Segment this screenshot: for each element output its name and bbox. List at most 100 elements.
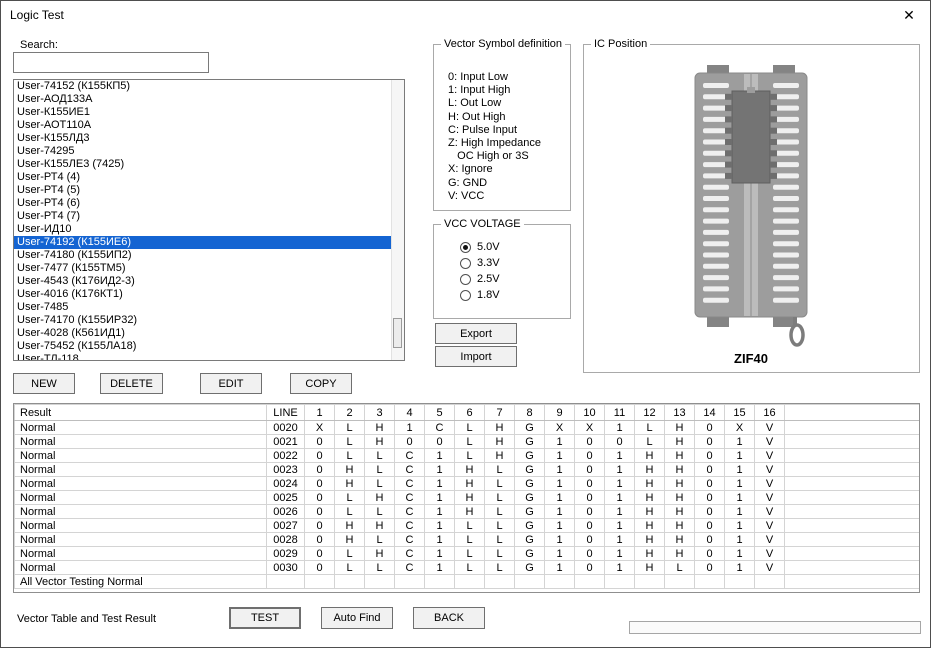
device-list[interactable]: User-74152 (К155КП5)User-АОД133АUser-К15…	[13, 79, 405, 361]
result-col-header: 5	[425, 405, 455, 421]
result-cell: 1	[425, 491, 455, 505]
device-list-item[interactable]: User-РТ4 (4)	[14, 171, 404, 184]
device-list-item[interactable]: User-РТ4 (5)	[14, 184, 404, 197]
result-col-header: 12	[635, 405, 665, 421]
result-cell: 0	[575, 449, 605, 463]
device-list-item[interactable]: User-К155ЛЕ3 (7425)	[14, 158, 404, 171]
result-cell: L	[485, 491, 515, 505]
result-cell: 0	[695, 547, 725, 561]
device-list-scrollbar[interactable]	[391, 80, 404, 360]
vcc-voltage-groupbox: VCC VOLTAGE 5.0V3.3V2.5V1.8V	[433, 224, 571, 319]
result-cell: 1	[605, 421, 635, 435]
vector-symbol-title: Vector Symbol definition	[441, 38, 565, 50]
result-cell: X	[305, 421, 335, 435]
device-list-item[interactable]: User-ТЛ-118	[14, 353, 404, 361]
device-list-item[interactable]: User-74152 (К155КП5)	[14, 80, 404, 93]
result-cell: H	[635, 449, 665, 463]
delete-button[interactable]: DELETE	[100, 373, 163, 394]
result-row[interactable]: Normal00240HLC1HLG101HH01V	[15, 477, 920, 491]
back-button[interactable]: BACK	[413, 607, 485, 629]
result-cell: L	[335, 547, 365, 561]
symbol-definition-line: L: Out Low	[448, 97, 541, 110]
result-cell: L	[335, 435, 365, 449]
result-cell: C	[395, 449, 425, 463]
device-list-item[interactable]: User-74295	[14, 145, 404, 158]
vcc-option-5.0v[interactable]: 5.0V	[460, 239, 500, 255]
result-cell: H	[635, 547, 665, 561]
copy-button[interactable]: COPY	[290, 373, 352, 394]
device-list-item[interactable]: User-7477 (К155ТМ5)	[14, 262, 404, 275]
device-list-item[interactable]: User-РТ4 (6)	[14, 197, 404, 210]
device-list-item[interactable]: User-4028 (К561ИД1)	[14, 327, 404, 340]
device-list-item[interactable]: User-75452 (К155ЛА18)	[14, 340, 404, 353]
device-list-item[interactable]: User-7485	[14, 301, 404, 314]
result-col-header: 4	[395, 405, 425, 421]
result-cell: 0027	[267, 519, 305, 533]
result-cell: 1	[605, 463, 635, 477]
result-cell: 0	[575, 477, 605, 491]
device-list-item[interactable]: User-4543 (К176ИД2-3)	[14, 275, 404, 288]
result-cell	[605, 575, 635, 589]
radio-icon[interactable]	[460, 290, 471, 301]
search-input[interactable]	[13, 52, 209, 73]
result-cell: V	[755, 505, 785, 519]
result-row[interactable]: Normal00270HHC1LLG101HH01V	[15, 519, 920, 533]
result-cell: 0	[305, 449, 335, 463]
close-icon[interactable]: ✕	[896, 5, 922, 25]
device-list-item[interactable]: User-К155ИЕ1	[14, 106, 404, 119]
device-list-item[interactable]: User-4016 (К176КТ1)	[14, 288, 404, 301]
vcc-option-2.5v[interactable]: 2.5V	[460, 271, 500, 287]
device-list-item[interactable]: User-РТ4 (7)	[14, 210, 404, 223]
device-list-item[interactable]: User-74170 (К155ИР32)	[14, 314, 404, 327]
result-cell: Normal	[15, 533, 267, 547]
auto-find-button[interactable]: Auto Find	[321, 607, 393, 629]
result-cell: 0	[695, 533, 725, 547]
result-row[interactable]: Normal00280HLC1LLG101HH01V	[15, 533, 920, 547]
import-button[interactable]: Import	[435, 346, 517, 367]
edit-button[interactable]: EDIT	[200, 373, 262, 394]
result-cell: V	[755, 491, 785, 505]
result-cell: G	[515, 561, 545, 575]
result-row[interactable]: Normal0020XLH1CLHGXX1LH0XV	[15, 421, 920, 435]
result-cell: L	[365, 449, 395, 463]
result-row[interactable]: Normal00210LH00LHG100LH01V	[15, 435, 920, 449]
device-list-item[interactable]: User-74180 (К155ИП2)	[14, 249, 404, 262]
result-cell: 1	[725, 463, 755, 477]
result-cell: 1	[425, 561, 455, 575]
result-row[interactable]: Normal00230HLC1HLG101HH01V	[15, 463, 920, 477]
result-cell: 1	[545, 533, 575, 547]
test-button[interactable]: TEST	[229, 607, 301, 629]
result-row[interactable]: Normal00220LLC1LHG101HH01V	[15, 449, 920, 463]
result-row[interactable]: Normal00250LHC1HLG101HH01V	[15, 491, 920, 505]
bottom-status-label: Vector Table and Test Result	[17, 613, 156, 625]
result-row[interactable]: Normal00260LLC1HLG101HH01V	[15, 505, 920, 519]
device-list-item[interactable]: User-АОД133А	[14, 93, 404, 106]
export-button[interactable]: Export	[435, 323, 517, 344]
result-col-header: 16	[755, 405, 785, 421]
result-cell: G	[515, 435, 545, 449]
device-list-scrollbar-thumb[interactable]	[393, 318, 402, 348]
result-row[interactable]: Normal00300LLC1LLG101HL01V	[15, 561, 920, 575]
device-list-item[interactable]: User-ИД10	[14, 223, 404, 236]
radio-icon[interactable]	[460, 274, 471, 285]
result-cell: H	[485, 449, 515, 463]
device-list-item[interactable]: User-74192 (К155ИЕ6)	[14, 236, 404, 249]
vcc-option-3.3v[interactable]: 3.3V	[460, 255, 500, 271]
result-cell: C	[395, 463, 425, 477]
result-cell: 0	[305, 519, 335, 533]
radio-icon[interactable]	[460, 242, 471, 253]
radio-icon[interactable]	[460, 258, 471, 269]
result-cell	[785, 449, 920, 463]
result-cell: C	[395, 547, 425, 561]
result-cell	[267, 575, 305, 589]
new-button[interactable]: NEW	[13, 373, 75, 394]
symbol-definition-line: C: Pulse Input	[448, 124, 541, 137]
result-col-header: 8	[515, 405, 545, 421]
device-list-item[interactable]: User-АОТ110А	[14, 119, 404, 132]
device-list-item[interactable]: User-К155ЛД3	[14, 132, 404, 145]
result-cell: 1	[425, 547, 455, 561]
symbol-definition-line: 0: Input Low	[448, 71, 541, 84]
result-row[interactable]: Normal00290LHC1LLG101HH01V	[15, 547, 920, 561]
vcc-option-1.8v[interactable]: 1.8V	[460, 287, 500, 303]
result-cell: 0026	[267, 505, 305, 519]
